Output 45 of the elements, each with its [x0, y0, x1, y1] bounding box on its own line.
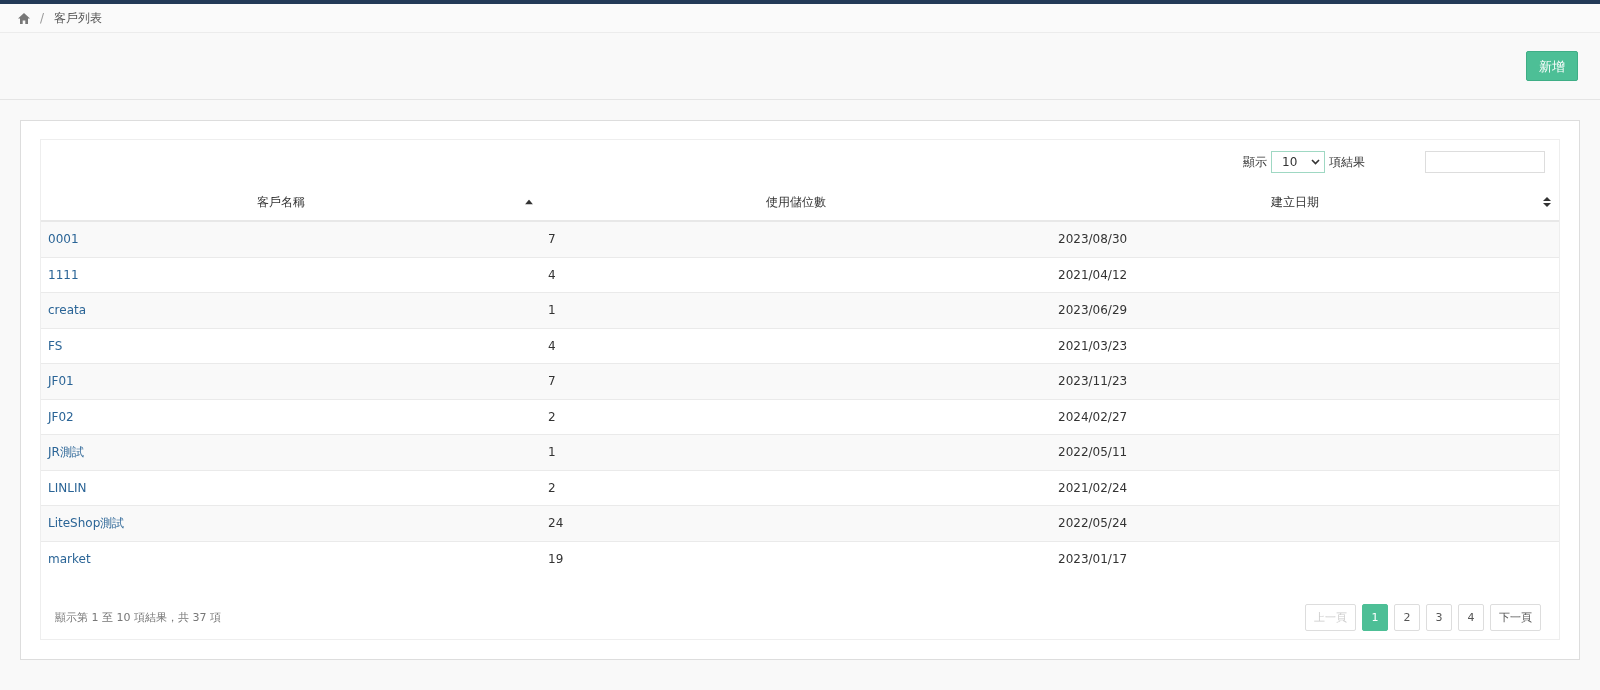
table-cell: 24 [548, 516, 564, 531]
customer-link[interactable]: FS [48, 338, 63, 353]
home-icon[interactable] [18, 12, 30, 24]
customer-link[interactable]: JF02 [48, 409, 74, 424]
customer-link[interactable]: JR測試 [48, 444, 84, 459]
table-cell: 4 [548, 267, 556, 282]
table-cell: 7 [548, 232, 556, 247]
customer-link[interactable]: creata [48, 303, 87, 318]
length-label: 顯示 [1243, 153, 1267, 171]
table-cell: 2023/06/29 [1058, 303, 1128, 318]
customer-link[interactable]: LiteShop測試 [48, 515, 125, 530]
page-button[interactable]: 4 [1458, 604, 1484, 631]
table-cell: 2021/04/12 [1058, 267, 1128, 282]
table-cell: 2 [548, 480, 556, 495]
page-size-select[interactable]: 10 [1271, 151, 1325, 173]
table-cell: 2021/02/24 [1058, 480, 1128, 495]
length-label: 項結果 [1329, 153, 1365, 171]
table-cell: 4 [548, 338, 556, 353]
table-cell: 1 [548, 445, 556, 460]
customer-link[interactable]: 1111 [48, 267, 79, 282]
page-button[interactable]: 3 [1426, 604, 1452, 631]
customer-link[interactable]: 0001 [48, 232, 79, 247]
table-cell: 2023/08/30 [1058, 232, 1128, 247]
table-cell: 1 [548, 303, 556, 318]
table-cell: 2021/03/23 [1058, 338, 1128, 353]
customer-link[interactable]: LINLIN [48, 480, 87, 495]
table-cell: 2024/02/27 [1058, 409, 1128, 424]
customer-link[interactable]: market [48, 551, 91, 566]
sort-icon [1543, 197, 1551, 207]
table-cell: 2022/05/11 [1058, 445, 1128, 460]
next-page-button[interactable]: 下一頁 [1490, 604, 1541, 631]
table-cell: 2 [548, 409, 556, 424]
sort-icon [525, 199, 533, 205]
breadcrumb-separator: / [40, 11, 45, 25]
table-cell: 2023/11/23 [1058, 374, 1128, 389]
table-cell: 7 [548, 374, 556, 389]
table-cell: 2022/05/24 [1058, 516, 1128, 531]
search-field[interactable] [1425, 151, 1545, 173]
customer-link[interactable]: JF01 [48, 374, 74, 389]
breadcrumb-item: 客戶列表 [54, 9, 103, 27]
chevron-icon [1311, 159, 1320, 165]
table-cell: 19 [548, 551, 564, 566]
table-info: 顯示第 1 至 10 項結果，共 37 項 [55, 610, 221, 625]
page-button[interactable]: 2 [1394, 604, 1420, 631]
table-cell: 2023/01/17 [1058, 551, 1128, 566]
